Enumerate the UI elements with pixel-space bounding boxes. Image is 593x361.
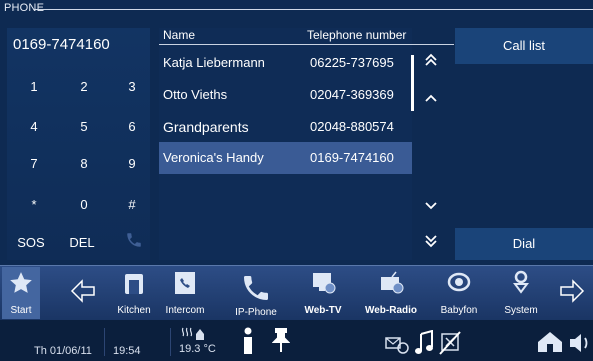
key-9[interactable]: 9 (114, 152, 150, 176)
system-icon (510, 270, 532, 301)
dock-ip-phone-label: IP-Phone (235, 307, 277, 318)
dial-button[interactable]: Dial (455, 228, 593, 260)
arrow-left-icon (70, 279, 96, 308)
info-icon[interactable] (240, 326, 256, 361)
home-icon[interactable] (536, 330, 564, 359)
contact-list-header: Name Telephone number (159, 28, 454, 44)
contact-phone: 06225-737695 (310, 55, 394, 70)
dock-system-label: System (504, 305, 538, 316)
delete-button[interactable]: DEL (62, 231, 102, 255)
screen-title: PHONE (4, 2, 45, 14)
key-6[interactable]: 6 (114, 115, 150, 139)
status-divider (104, 328, 105, 356)
contact-phone: 02047-369369 (310, 87, 394, 102)
dock-intercom-label: Intercom (165, 305, 205, 316)
page-up-icon[interactable] (420, 52, 442, 72)
scroll-up-icon[interactable] (420, 88, 442, 108)
ip-phone-icon (240, 272, 272, 309)
key-8[interactable]: 8 (66, 152, 102, 176)
dock-kitchen-label: Kitchen (117, 305, 151, 316)
contact-row[interactable]: Grandparents 02048-880574 (159, 111, 412, 141)
dock-web-tv-label: Web-TV (304, 305, 342, 316)
key-star[interactable]: * (16, 193, 52, 217)
contact-name: Otto Vieths (163, 87, 228, 102)
status-divider (170, 328, 171, 356)
contact-name: Katja Liebermann (163, 55, 265, 70)
dock-ip-phone[interactable]: IP-Phone (230, 267, 282, 319)
contact-row[interactable]: Katja Liebermann 06225-737695 (159, 47, 412, 77)
message-icon[interactable] (384, 334, 410, 359)
dock-prev-button[interactable] (64, 267, 102, 319)
dock-babyfon[interactable]: Babyfon (434, 267, 484, 319)
dock-web-tv[interactable]: Web-TV (298, 267, 348, 319)
number-display[interactable]: 0169-7474160 (7, 30, 150, 60)
contact-row-selected[interactable]: Veronica's Handy 0169-7474160 (159, 142, 412, 174)
key-hash[interactable]: # (114, 193, 150, 217)
contact-phone: 0169-7474160 (310, 150, 394, 165)
dock-start[interactable]: Start (2, 267, 40, 319)
web-radio-icon (378, 270, 404, 301)
key-1[interactable]: 1 (16, 75, 52, 99)
dock-intercom[interactable]: Intercom (163, 267, 207, 319)
keypad (7, 28, 150, 260)
music-icon[interactable] (414, 329, 434, 361)
dock-system[interactable]: System (496, 267, 546, 319)
header-divider (159, 44, 454, 45)
call-handset-icon[interactable] (116, 231, 152, 255)
intercom-icon (173, 270, 197, 301)
status-time: 19:54 (113, 345, 141, 357)
call-list-area (455, 64, 593, 228)
dock-web-radio[interactable]: Web-Radio (360, 267, 422, 319)
web-tv-icon (310, 270, 336, 301)
key-4[interactable]: 4 (16, 115, 52, 139)
media-muted-icon[interactable] (438, 330, 462, 361)
title-divider (34, 9, 593, 10)
dock-web-radio-label: Web-Radio (364, 305, 418, 316)
key-7[interactable]: 7 (16, 152, 52, 176)
contact-name: Veronica's Handy (163, 150, 264, 165)
star-icon (8, 270, 34, 301)
contact-row[interactable]: Otto Vieths 02047-369369 (159, 79, 412, 109)
pin-icon[interactable] (271, 327, 291, 358)
contact-phone: 02048-880574 (310, 119, 394, 134)
dock-kitchen[interactable]: Kitchen (112, 267, 156, 319)
arrow-right-icon (559, 279, 585, 308)
key-5[interactable]: 5 (66, 115, 102, 139)
dock-start-label: Start (10, 305, 32, 316)
key-3[interactable]: 3 (114, 75, 150, 99)
column-header-telephone[interactable]: Telephone number (307, 28, 406, 42)
kitchen-icon (122, 270, 146, 301)
status-temperature: 19.3 °C (179, 343, 216, 355)
call-list-button[interactable]: Call list (455, 28, 593, 64)
dock-next-button[interactable] (554, 267, 590, 319)
status-date: Th 01/06/11 (34, 345, 92, 357)
volume-icon[interactable] (568, 332, 592, 359)
key-0[interactable]: 0 (66, 193, 102, 217)
column-header-name[interactable]: Name (163, 28, 195, 42)
page-down-icon[interactable] (420, 233, 442, 253)
scroll-down-icon[interactable] (420, 196, 442, 216)
sos-button[interactable]: SOS (11, 231, 51, 255)
dock-babyfon-label: Babyfon (440, 305, 478, 316)
key-2[interactable]: 2 (66, 75, 102, 99)
scrollbar-thumb[interactable] (411, 55, 414, 111)
contact-name: Grandparents (163, 119, 249, 135)
babyfon-icon (446, 270, 472, 301)
